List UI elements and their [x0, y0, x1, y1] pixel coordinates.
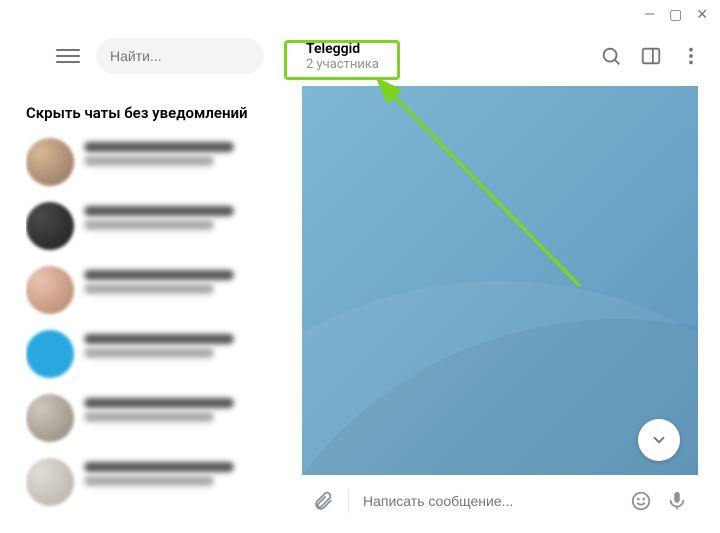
chat-item-preview — [84, 348, 214, 358]
chat-item-title — [84, 142, 234, 152]
avatar — [26, 330, 74, 378]
chat-list-item[interactable] — [26, 132, 288, 196]
scroll-to-bottom-button[interactable] — [638, 419, 680, 461]
avatar — [26, 202, 74, 250]
avatar — [26, 458, 74, 506]
chat-item-preview — [84, 284, 214, 294]
chat-title-block[interactable]: Teleggid 2 участника — [284, 28, 391, 84]
search-box[interactable] — [96, 38, 264, 74]
menu-button[interactable] — [56, 44, 80, 68]
chat-item-body — [84, 266, 288, 294]
chat-item-title — [84, 462, 234, 472]
side-panel-icon[interactable] — [640, 45, 662, 67]
avatar — [26, 266, 74, 314]
chat-list[interactable] — [26, 132, 288, 525]
chat-list-item[interactable] — [26, 196, 288, 260]
chat-list-item[interactable] — [26, 324, 288, 388]
minimize-button[interactable]: — — [644, 8, 655, 22]
chat-list-item[interactable] — [26, 452, 288, 516]
chat-area[interactable] — [302, 86, 698, 475]
window-controls: — ▢ ✕ — [644, 8, 708, 22]
microphone-icon[interactable] — [666, 490, 688, 512]
chat-item-title — [84, 270, 234, 280]
chat-item-preview — [84, 220, 214, 230]
avatar — [26, 138, 74, 186]
attach-icon[interactable] — [312, 490, 334, 512]
divider — [348, 489, 349, 513]
chat-item-body — [84, 330, 288, 358]
chat-item-body — [84, 138, 288, 166]
chat-title: Teleggid — [306, 41, 379, 57]
top-bar: Teleggid 2 участника — [0, 28, 720, 84]
chat-list-item[interactable] — [26, 260, 288, 324]
message-input[interactable] — [363, 493, 616, 509]
search-icon[interactable] — [600, 45, 622, 67]
maximize-button[interactable]: ▢ — [669, 8, 682, 22]
chat-subtitle: 2 участника — [306, 57, 379, 72]
message-composer — [302, 477, 698, 525]
chat-item-title — [84, 398, 234, 408]
chat-item-preview — [84, 156, 214, 166]
chat-item-body — [84, 202, 288, 230]
emoji-icon[interactable] — [630, 490, 652, 512]
sidebar-section-label: Скрыть чаты без уведомлений — [26, 104, 248, 122]
more-icon[interactable] — [680, 45, 702, 67]
chat-item-body — [84, 394, 288, 422]
close-button[interactable]: ✕ — [696, 8, 708, 22]
chat-list-item[interactable] — [26, 388, 288, 452]
chat-item-title — [84, 334, 234, 344]
chat-item-body — [84, 458, 288, 486]
header-actions — [600, 28, 702, 84]
chat-item-preview — [84, 476, 214, 486]
avatar — [26, 394, 74, 442]
chat-item-title — [84, 206, 234, 216]
search-input[interactable] — [110, 48, 250, 64]
chat-item-preview — [84, 412, 214, 422]
chevron-down-icon — [650, 431, 668, 449]
